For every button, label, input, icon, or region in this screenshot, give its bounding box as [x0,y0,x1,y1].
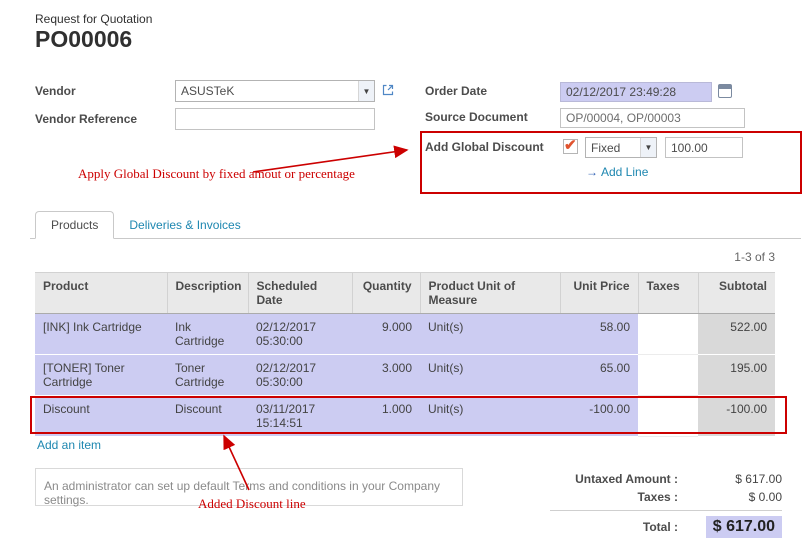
table-row[interactable]: [INK] Ink CartridgeInk Cartridge02/12/20… [35,314,775,355]
calendar-icon[interactable] [718,84,732,98]
tab-bar: Products Deliveries & Invoices [30,210,801,239]
terms-note: An administrator can set up default Term… [35,468,463,506]
column-header[interactable]: Subtotal [698,273,775,314]
discount-type-select[interactable]: Fixed ▼ [585,137,657,158]
vendor-label: Vendor [35,84,76,98]
vendor-value: ASUSTeK [181,84,234,98]
cell[interactable]: Unit(s) [420,314,560,355]
chevron-down-icon[interactable]: ▼ [640,138,656,157]
table-row[interactable]: DiscountDiscount03/11/2017 15:14:511.000… [35,396,775,437]
cell[interactable]: Discount [35,396,167,437]
discount-type-value: Fixed [591,141,620,155]
cell[interactable]: [TONER] Toner Cartridge [35,355,167,396]
column-header[interactable]: Product Unit of Measure [420,273,560,314]
cell[interactable] [638,396,698,437]
cell[interactable]: 65.00 [560,355,638,396]
vendor-reference-input[interactable] [175,108,375,130]
table-row[interactable]: [TONER] Toner CartridgeToner Cartridge02… [35,355,775,396]
page-title: PO00006 [35,26,132,53]
order-date-field[interactable]: 02/12/2017 23:49:28 [560,82,712,102]
annotation-global-discount-note: Apply Global Discount by fixed amout or … [78,166,355,182]
add-line-label: Add Line [601,165,648,179]
cell[interactable]: Unit(s) [420,355,560,396]
column-header[interactable]: Quantity [352,273,420,314]
line-items-table: ProductDescriptionScheduled DateQuantity… [35,272,775,437]
add-an-item-link[interactable]: Add an item [37,438,101,452]
untaxed-amount-value: $ 617.00 [678,472,782,486]
cell[interactable]: Toner Cartridge [167,355,248,396]
column-header[interactable]: Taxes [638,273,698,314]
untaxed-amount-label: Untaxed Amount : [550,472,678,486]
taxes-value: $ 0.00 [678,490,782,504]
cell[interactable]: 02/12/2017 05:30:00 [248,355,352,396]
column-header[interactable]: Scheduled Date [248,273,352,314]
cell[interactable]: 1.000 [352,396,420,437]
document-type-label: Request for Quotation [35,12,152,26]
vendor-select[interactable]: ASUSTeK ▼ [175,80,375,102]
cell[interactable]: 195.00 [698,355,775,396]
cell[interactable]: -100.00 [560,396,638,437]
totals-panel: Untaxed Amount : $ 617.00 Taxes : $ 0.00… [550,472,782,542]
vendor-reference-label: Vendor Reference [35,112,137,126]
total-value: $ 617.00 [706,516,782,538]
column-header[interactable]: Unit Price [560,273,638,314]
column-header[interactable]: Description [167,273,248,314]
add-line-link[interactable]: →Add Line [586,165,648,179]
total-label: Total : [550,520,678,534]
tab-products[interactable]: Products [35,211,114,239]
global-discount-checkbox[interactable]: ✔ [563,139,578,154]
line-items-body: [INK] Ink CartridgeInk Cartridge02/12/20… [35,314,775,437]
pager[interactable]: 1-3 of 3 [655,250,775,264]
cell[interactable]: Discount [167,396,248,437]
taxes-label: Taxes : [550,490,678,504]
external-link-icon[interactable] [381,83,395,97]
cell[interactable] [638,314,698,355]
chevron-down-icon[interactable]: ▼ [358,81,374,101]
cell[interactable]: 522.00 [698,314,775,355]
cell[interactable]: -100.00 [698,396,775,437]
order-date-label: Order Date [425,84,487,98]
source-document-input[interactable] [560,108,745,128]
arrow-right-icon: → [586,165,598,179]
tab-deliveries-invoices[interactable]: Deliveries & Invoices [114,212,255,238]
checkmark-icon: ✔ [564,136,577,154]
cell[interactable]: 3.000 [352,355,420,396]
cell[interactable]: Ink Cartridge [167,314,248,355]
line-items-header-row: ProductDescriptionScheduled DateQuantity… [35,273,775,314]
column-header[interactable]: Product [35,273,167,314]
source-document-label: Source Document [425,110,528,124]
global-discount-label: Add Global Discount [425,140,544,154]
cell[interactable]: [INK] Ink Cartridge [35,314,167,355]
cell[interactable]: 02/12/2017 05:30:00 [248,314,352,355]
cell[interactable] [638,355,698,396]
cell[interactable]: 03/11/2017 15:14:51 [248,396,352,437]
cell[interactable]: 58.00 [560,314,638,355]
discount-amount-input[interactable] [665,137,743,158]
cell[interactable]: Unit(s) [420,396,560,437]
cell[interactable]: 9.000 [352,314,420,355]
totals-divider [550,510,782,511]
